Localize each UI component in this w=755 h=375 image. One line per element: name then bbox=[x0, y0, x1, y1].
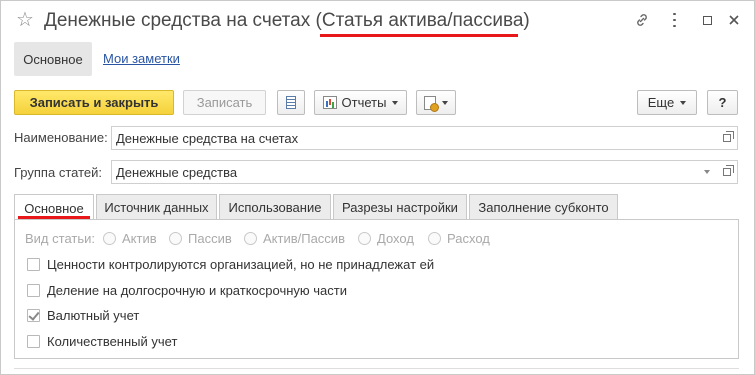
tab-setup-sections[interactable]: Разрезы настройки bbox=[333, 194, 467, 220]
nav-notes-link[interactable]: Мои заметки bbox=[103, 51, 180, 66]
more-label: Еще bbox=[647, 95, 675, 110]
radio-income-label: Доход bbox=[377, 231, 414, 246]
reports-button[interactable]: Отчеты bbox=[314, 90, 407, 115]
document-list-button[interactable] bbox=[277, 90, 305, 115]
radio-asset-label: Актив bbox=[122, 231, 157, 246]
open-in-window-icon[interactable] bbox=[718, 127, 736, 149]
group-label: Группа статей: bbox=[14, 165, 102, 180]
window-title: Денежные средства на счетах (Статья акти… bbox=[44, 9, 530, 33]
checkbox-controlled-not-owned-label: Ценности контролируются организацией, но… bbox=[47, 257, 435, 272]
radio-asset-liability[interactable] bbox=[244, 232, 257, 245]
chevron-down-icon bbox=[680, 100, 687, 105]
title-highlight-underline bbox=[320, 34, 518, 37]
save-and-close-button[interactable]: Записать и закрыть bbox=[14, 90, 174, 115]
close-icon[interactable] bbox=[725, 11, 743, 29]
title-bar: ☆ Денежные средства на счетах (Статья ак… bbox=[1, 1, 754, 41]
more-button[interactable]: Еще bbox=[637, 90, 697, 115]
group-value: Денежные средства bbox=[116, 165, 238, 180]
checkbox-quantity-accounting-label: Количественный учет bbox=[47, 334, 178, 349]
maximize-icon[interactable] bbox=[698, 11, 716, 29]
name-field[interactable]: Денежные средства на счетах bbox=[111, 126, 738, 150]
radio-expense-label: Расход bbox=[447, 231, 490, 246]
document-gear-icon bbox=[424, 95, 439, 112]
checkbox-currency-accounting[interactable] bbox=[27, 309, 40, 322]
checkbox-currency-accounting-label: Валютный учет bbox=[47, 308, 140, 323]
article-kind-label: Вид статьи: bbox=[25, 231, 95, 246]
favorite-star-icon[interactable]: ☆ bbox=[16, 9, 34, 31]
radio-liability[interactable] bbox=[169, 232, 182, 245]
title-main: Денежные средства на счетах bbox=[44, 10, 316, 31]
tab-data-source[interactable]: Источник данных bbox=[96, 194, 217, 220]
checkbox-long-short-term[interactable] bbox=[27, 284, 40, 297]
open-in-window-icon[interactable] bbox=[718, 161, 736, 183]
chevron-down-icon bbox=[392, 100, 399, 105]
radio-income[interactable] bbox=[358, 232, 371, 245]
radio-asset-liability-label: Актив/Пассив bbox=[263, 231, 345, 246]
checkbox-controlled-not-owned[interactable] bbox=[27, 258, 40, 271]
radio-asset[interactable] bbox=[103, 232, 116, 245]
processing-button[interactable] bbox=[416, 90, 456, 115]
checkbox-long-short-term-label: Деление на долгосрочную и краткосрочную … bbox=[47, 283, 347, 298]
nav-main[interactable]: Основное bbox=[14, 42, 92, 76]
name-label: Наименование: bbox=[14, 130, 108, 145]
save-button[interactable]: Записать bbox=[183, 90, 266, 115]
help-button[interactable]: ? bbox=[707, 90, 738, 115]
form-window: ☆ Денежные средства на счетах (Статья ак… bbox=[0, 0, 755, 375]
link-icon[interactable] bbox=[633, 11, 651, 29]
radio-expense[interactable] bbox=[428, 232, 441, 245]
more-vertical-icon[interactable] bbox=[665, 11, 683, 29]
dropdown-icon[interactable] bbox=[698, 161, 716, 183]
tab-usage[interactable]: Использование bbox=[219, 194, 331, 220]
document-list-icon bbox=[286, 96, 296, 109]
checkbox-quantity-accounting[interactable] bbox=[27, 335, 40, 348]
chevron-down-icon bbox=[442, 100, 448, 105]
name-value: Денежные средства на счетах bbox=[116, 131, 299, 146]
form-bottom-divider bbox=[14, 368, 739, 369]
tab-subconto-filling[interactable]: Заполнение субконто bbox=[469, 194, 618, 220]
report-chart-icon bbox=[322, 96, 337, 109]
group-field[interactable]: Денежные средства bbox=[111, 160, 738, 184]
title-kind: (Статья актива/пассива) bbox=[315, 10, 530, 31]
reports-label: Отчеты bbox=[341, 95, 387, 110]
radio-liability-label: Пассив bbox=[188, 231, 232, 246]
